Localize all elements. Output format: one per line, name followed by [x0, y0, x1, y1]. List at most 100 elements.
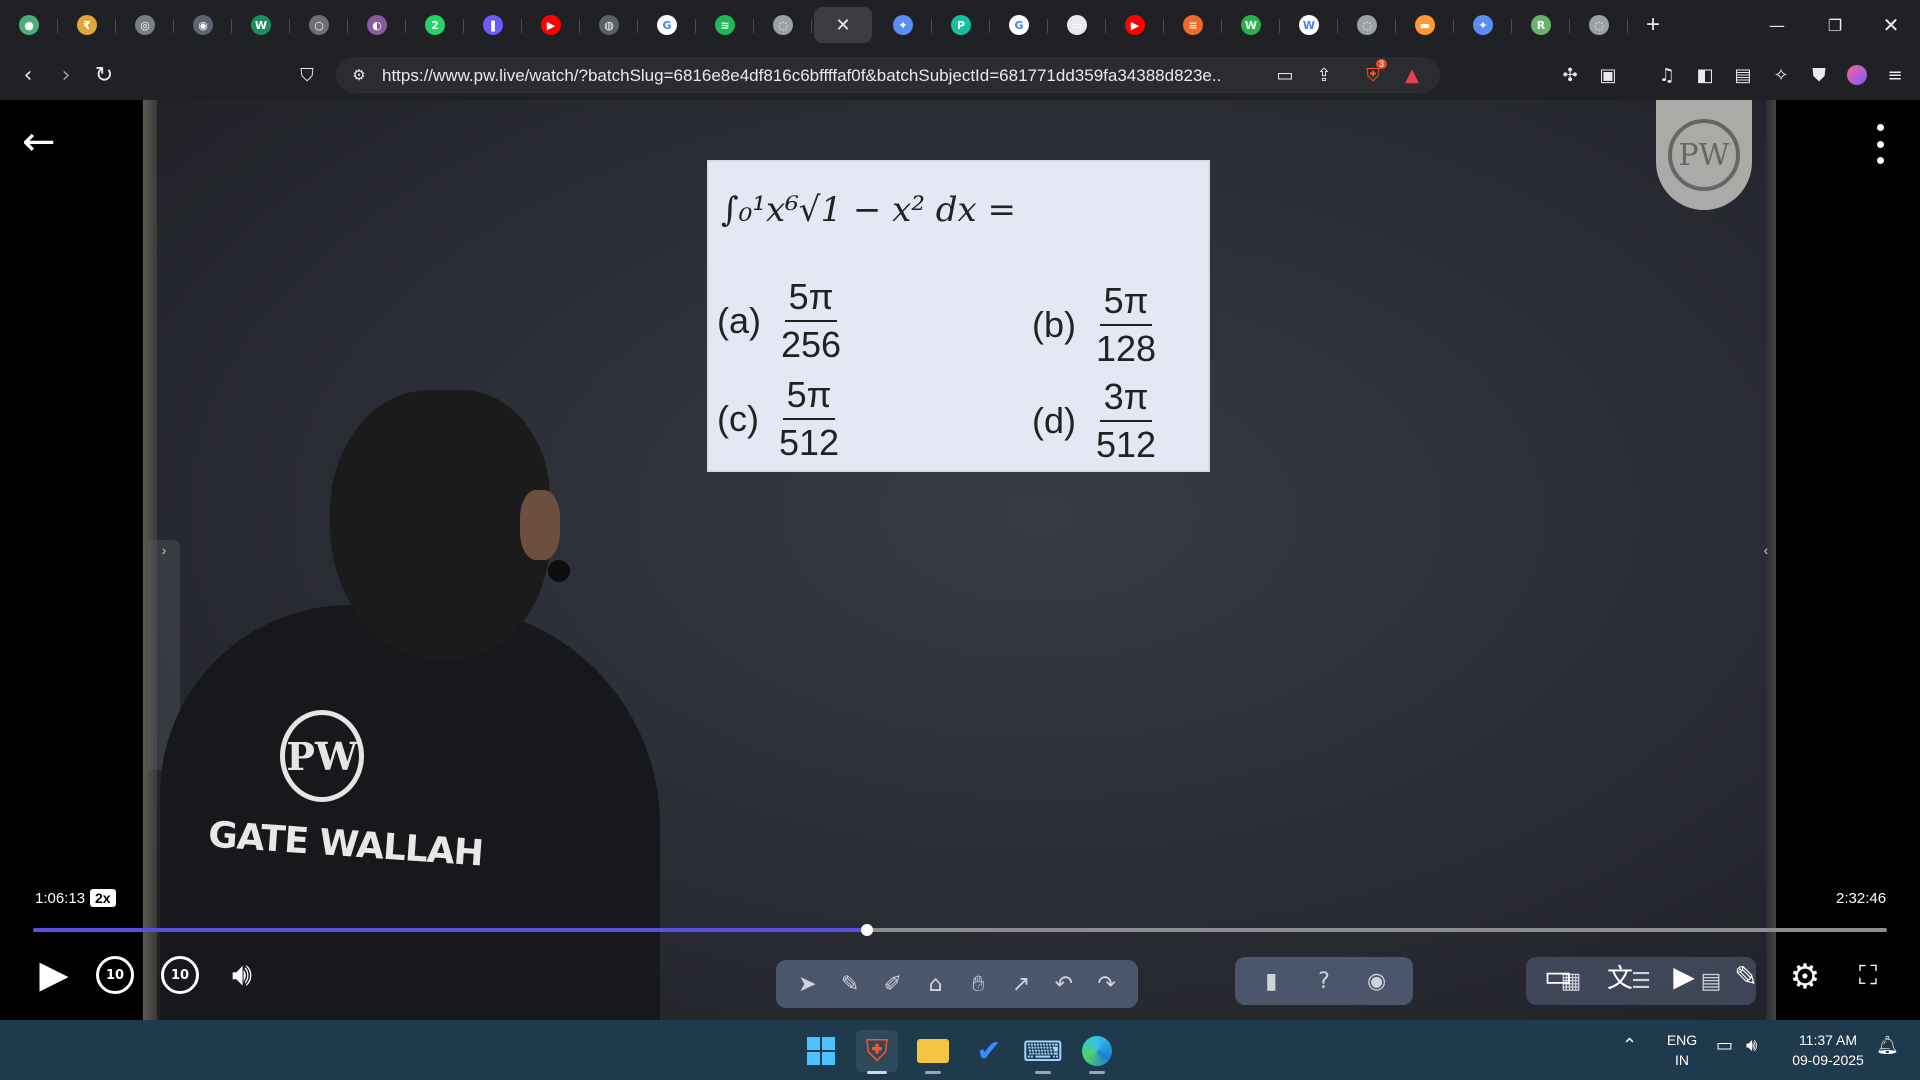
share-icon[interactable]: ⇪: [1309, 60, 1339, 90]
hand-tool-icon[interactable]: ✋︎: [958, 972, 998, 997]
minimize-button[interactable]: —: [1748, 0, 1806, 50]
browser-tab[interactable]: W: [1280, 7, 1338, 43]
play-button[interactable]: ▶: [32, 952, 76, 996]
new-tab-button[interactable]: +: [1628, 7, 1678, 43]
windows-taskbar: ⛨ ✔ ⌨ ⌃ ENG IN ▭ 🔊︎ 11:37 AM 09-09-2025 …: [0, 1020, 1920, 1080]
extensions-icon[interactable]: ✣: [1555, 60, 1585, 90]
pointer-tool-icon[interactable]: ➤: [787, 972, 827, 997]
browser-tab[interactable]: ❚: [464, 7, 522, 43]
chat-icon[interactable]: ▭: [1536, 954, 1580, 998]
network-icon[interactable]: ▭: [1716, 1036, 1733, 1056]
url-text[interactable]: https://www.pw.live/watch/?batchSlug=681…: [382, 66, 1222, 86]
browser-tab[interactable]: ◉: [174, 7, 232, 43]
browser-tab[interactable]: ▶: [1106, 7, 1164, 43]
media-icon[interactable]: ♫: [1652, 60, 1682, 90]
browser-tab[interactable]: ◍: [580, 7, 638, 43]
restore-button[interactable]: ❐: [1806, 0, 1864, 50]
wallet-icon[interactable]: ▤: [1728, 60, 1758, 90]
running-indicator: [867, 1071, 887, 1074]
browser-tab[interactable]: ◌: [1338, 7, 1396, 43]
volume-icon[interactable]: 🔊︎: [218, 952, 266, 996]
vpn-icon[interactable]: ⛊: [1804, 60, 1834, 90]
camera-icon[interactable]: ◉: [1357, 969, 1397, 994]
brave-rewards-icon[interactable]: ▲: [1397, 60, 1427, 90]
taskbar-edge[interactable]: [1076, 1030, 1118, 1074]
browser-tab[interactable]: G: [638, 7, 696, 43]
browser-tab[interactable]: 2: [406, 7, 464, 43]
profile-icon[interactable]: [1842, 60, 1872, 90]
right-panel-handle[interactable]: ‹: [1756, 540, 1776, 770]
browser-tab[interactable]: ▶: [522, 7, 580, 43]
reload-button[interactable]: ↻: [84, 55, 124, 95]
settings-icon[interactable]: ⚙: [1782, 954, 1828, 1000]
taskbar-brave[interactable]: ⛨: [856, 1030, 898, 1074]
total-time: 2:32:46: [1836, 890, 1887, 907]
language-indicator[interactable]: ENG IN: [1660, 1030, 1704, 1070]
sidebar-icon[interactable]: ◧: [1690, 60, 1720, 90]
cast-icon[interactable]: ▭: [1270, 60, 1300, 90]
speaker-icon[interactable]: 🔊︎: [1746, 1036, 1757, 1056]
browser-tab[interactable]: ●: [0, 7, 58, 43]
globe-favicon: ◌: [773, 15, 793, 35]
browser-tab[interactable]: ◐: [348, 7, 406, 43]
notification-bell-icon[interactable]: 🔔︎: [1876, 1036, 1899, 1056]
browser-tab[interactable]: ✦: [874, 7, 932, 43]
numerator: 5π: [784, 278, 838, 322]
w3-favicon: W: [251, 15, 271, 35]
address-bar[interactable]: ⚙ https://www.pw.live/watch/?batchSlug=6…: [336, 57, 1440, 93]
forward-10-button[interactable]: 10: [161, 956, 199, 994]
progress-bar[interactable]: [33, 924, 1887, 936]
tray-chevron-icon[interactable]: ⌃: [1622, 1036, 1637, 1056]
taskbar-file-explorer[interactable]: [912, 1030, 954, 1074]
doubt-icon[interactable]: ?: [1304, 969, 1344, 994]
bookmark-icon[interactable]: ⛉: [292, 60, 322, 90]
browser-tab[interactable]: G: [990, 7, 1048, 43]
browser-tab[interactable]: R: [1512, 7, 1570, 43]
menu-icon[interactable]: ≡: [1880, 60, 1910, 90]
browser-tab[interactable]: ✦: [1454, 7, 1512, 43]
browser-tab[interactable]: ◎: [116, 7, 174, 43]
player-back-arrow-icon[interactable]: ←: [22, 122, 66, 162]
browser-tab[interactable]: W: [232, 7, 290, 43]
pen-tool-icon[interactable]: ✎: [830, 972, 870, 997]
redo-icon[interactable]: ↷: [1087, 972, 1127, 997]
browser-tab[interactable]: W: [1222, 7, 1280, 43]
browser-tab[interactable]: ≋: [696, 7, 754, 43]
back-button[interactable]: ‹: [8, 55, 48, 95]
notes-icon[interactable]: ✎: [1724, 954, 1768, 998]
progress-knob[interactable]: [860, 924, 873, 936]
poll-icon[interactable]: ▮: [1251, 969, 1291, 994]
browser-tab[interactable]: ▬: [1396, 7, 1454, 43]
reader-mode-icon[interactable]: ▣: [1593, 60, 1623, 90]
headset-mic: [548, 560, 570, 582]
site-settings-icon[interactable]: ⚙: [344, 60, 374, 90]
highlighter-tool-icon[interactable]: ✐: [873, 972, 913, 997]
browser-tab[interactable]: ▭: [1048, 7, 1106, 43]
more-options-icon[interactable]: [1870, 124, 1890, 164]
eraser-tool-icon[interactable]: ⌂: [916, 972, 956, 997]
browser-tab[interactable]: ◌: [754, 7, 812, 43]
fullscreen-icon[interactable]: ⛶: [1846, 954, 1890, 998]
browser-tab[interactable]: ◌: [1570, 7, 1628, 43]
video-player[interactable]: ∫₀¹x⁶√1 − x² dx = (a) 5π 256 (b) 5π 128 …: [0, 100, 1920, 1035]
rewind-10-button[interactable]: 10: [96, 956, 134, 994]
playlist-icon[interactable]: ▶︎: [1662, 954, 1706, 998]
gray-favicon: ○: [309, 15, 329, 35]
arrow-tool-icon[interactable]: ↗: [1001, 972, 1041, 997]
taskbar-keyboard[interactable]: ⌨: [1022, 1030, 1064, 1074]
translate-icon[interactable]: 文: [1598, 954, 1642, 998]
browser-tab[interactable]: ≡: [1164, 7, 1222, 43]
browser-tab[interactable]: ✕: [814, 7, 872, 43]
browser-tab[interactable]: P: [932, 7, 990, 43]
close-icon[interactable]: ✕: [835, 15, 850, 36]
clock[interactable]: 11:37 AM 09-09-2025: [1780, 1030, 1876, 1070]
undo-icon[interactable]: ↶: [1044, 972, 1084, 997]
browser-tab[interactable]: ₹: [58, 7, 116, 43]
taskbar-todo[interactable]: ✔: [968, 1030, 1010, 1072]
forward-button[interactable]: ›: [46, 55, 86, 95]
window-close-button[interactable]: ✕: [1862, 0, 1920, 50]
leo-ai-icon[interactable]: ✧: [1766, 60, 1796, 90]
start-button[interactable]: [800, 1030, 842, 1072]
speed-badge[interactable]: 2x: [90, 889, 116, 907]
browser-tab[interactable]: ○: [290, 7, 348, 43]
